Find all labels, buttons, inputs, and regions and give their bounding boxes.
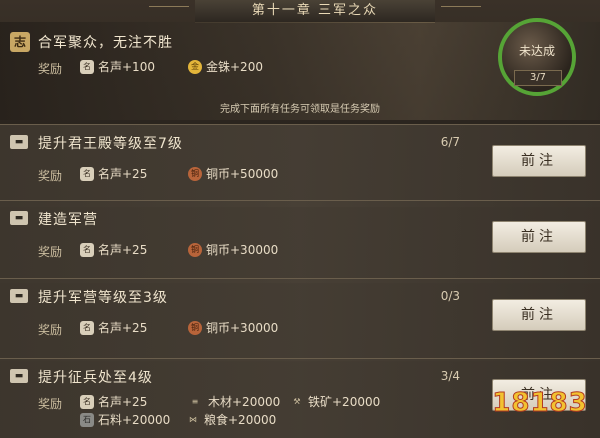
- reward-fame: 名 名声+25: [80, 241, 147, 258]
- iron-ore-icon: ⚒: [293, 396, 301, 406]
- wood-icon: ≡: [191, 396, 199, 406]
- quest-row: ▬ 提升君王殿等级至7级 6/7 奖励 名 名声+25 铜 铜币+50000 前…: [0, 124, 600, 208]
- reward-text: 铜币+30000: [206, 243, 279, 257]
- main-quest-title: 合军聚众，无注不胜: [38, 35, 173, 51]
- reward-gold: 金 金铢+200: [188, 58, 263, 75]
- reward-iron: ⚒ 铁矿+20000: [290, 393, 380, 410]
- fame-icon: 名: [80, 166, 94, 181]
- quest-title: 建造军营: [38, 212, 98, 228]
- quest-row: ▬ 提升军营等级至3级 0/3 奖励 名 名声+25 铜 铜币+30000 前注: [0, 278, 600, 362]
- reward-fame: 名 名声+25: [80, 393, 147, 410]
- reward-text: 石料+20000: [98, 413, 171, 427]
- reward-label: 奖励: [38, 397, 63, 411]
- quest-scroll-icon: 志: [10, 32, 30, 52]
- stone-icon: 石: [80, 412, 94, 427]
- quest-row: ▬ 建造军营 奖励 名 名声+25 铜 铜币+30000 前注: [0, 200, 600, 284]
- reward-copper: 铜 铜币+30000: [188, 241, 278, 258]
- quest-progress: 3/4: [440, 369, 460, 383]
- quest-title: 提升君王殿等级至7级: [38, 136, 183, 152]
- quest-panel: 第十一章 三军之众 志 合军聚众，无注不胜 奖励 名 名声+100 金 金铢+2…: [0, 0, 600, 438]
- quest-icon: ▬: [10, 289, 28, 303]
- reward-text: 金铢+200: [206, 60, 263, 74]
- logo-text: 18183: [492, 388, 588, 419]
- fame-icon: 名: [80, 59, 94, 74]
- reward-label: 奖励: [38, 323, 63, 337]
- progress-count: 3/7: [514, 70, 562, 86]
- reward-label: 奖励: [38, 169, 63, 183]
- reward-label: 奖励: [38, 62, 63, 76]
- copper-coin-icon: 铜: [188, 242, 202, 257]
- reward-fame: 名 名声+100: [80, 58, 155, 75]
- reward-text: 名声+25: [98, 395, 148, 409]
- reward-stone: 石 石料+20000: [80, 411, 170, 428]
- status-label: 未达成: [518, 44, 555, 58]
- completion-note: 完成下面所有任务可领取是任务奖励: [220, 104, 380, 115]
- grain-icon: ⋈: [189, 414, 197, 424]
- reward-text: 名声+100: [98, 60, 155, 74]
- fame-icon: 名: [80, 394, 94, 409]
- quest-title: 提升征兵处至4级: [38, 370, 153, 386]
- chapter-progress-circle[interactable]: 未达成 3/7: [498, 18, 576, 96]
- go-button[interactable]: 前注: [492, 145, 586, 177]
- reward-fame: 名 名声+25: [80, 165, 147, 182]
- copper-coin-icon: 铜: [188, 166, 202, 181]
- reward-copper: 铜 铜币+30000: [188, 319, 278, 336]
- go-button[interactable]: 前注: [492, 221, 586, 253]
- reward-text: 名声+25: [98, 321, 148, 335]
- reward-text: 铜币+30000: [206, 321, 279, 335]
- quest-title: 提升军营等级至3级: [38, 290, 168, 306]
- copper-coin-icon: 铜: [188, 320, 202, 335]
- reward-text: 粮食+20000: [204, 413, 277, 427]
- quest-icon: ▬: [10, 369, 28, 383]
- go-button[interactable]: 前注: [492, 299, 586, 331]
- reward-text: 名声+25: [98, 243, 148, 257]
- reward-label: 奖励: [38, 245, 63, 259]
- quest-icon: ▬: [10, 135, 28, 149]
- quest-progress: 6/7: [440, 135, 460, 149]
- reward-grain: ⋈ 粮食+20000: [186, 411, 276, 428]
- reward-copper: 铜 铜币+50000: [188, 165, 278, 182]
- site-watermark-logo: 18183: [488, 368, 592, 430]
- chapter-title: 第十一章 三军之众: [149, 0, 481, 23]
- reward-text: 铜币+50000: [206, 167, 279, 181]
- quest-icon: ▬: [10, 211, 28, 225]
- fame-icon: 名: [80, 320, 94, 335]
- fame-icon: 名: [80, 242, 94, 257]
- quest-progress: 0/3: [440, 289, 460, 303]
- gold-icon: 金: [188, 59, 202, 74]
- reward-wood: ≡ 木材+20000: [186, 393, 281, 410]
- reward-text: 木材+20000: [208, 395, 281, 409]
- reward-fame: 名 名声+25: [80, 319, 147, 336]
- reward-text: 铁矿+20000: [308, 395, 381, 409]
- reward-text: 名声+25: [98, 167, 148, 181]
